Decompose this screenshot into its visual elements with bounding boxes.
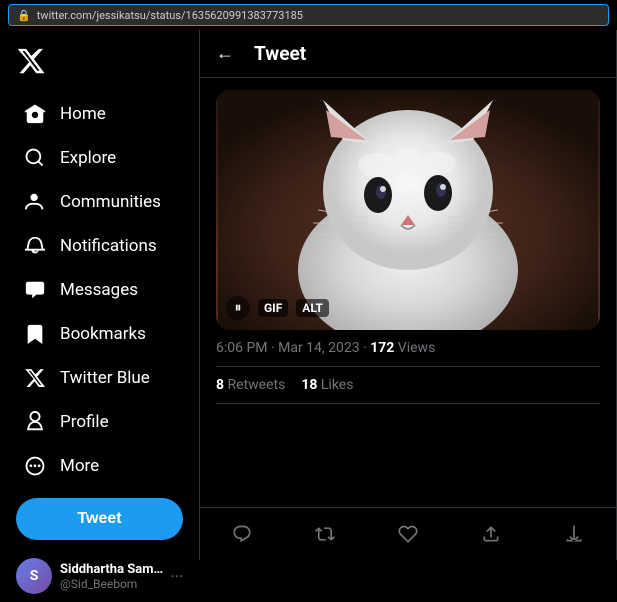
url-text: twitter.com/jessikatsu/status/1635620991… <box>37 9 303 22</box>
user-menu[interactable]: S Siddhartha Sama... @Sid_Beebom ··· <box>4 550 195 602</box>
user-info: Siddhartha Sama... @Sid_Beebom <box>60 562 170 591</box>
sidebar: Home Explore Communities Notifications M <box>0 30 200 560</box>
sidebar-item-communities-label: Communities <box>60 192 161 212</box>
sidebar-item-twitter-blue-label: Twitter Blue <box>60 368 150 388</box>
twitter-logo[interactable] <box>0 38 199 92</box>
cat-image <box>216 90 600 330</box>
sidebar-item-profile-label: Profile <box>60 412 109 432</box>
communities-icon <box>24 191 46 213</box>
download-button[interactable] <box>556 516 592 552</box>
tweet-stats: 8 Retweets 18 Likes <box>216 366 600 404</box>
user-display-name: Siddhartha Sama... <box>60 562 170 577</box>
likes-stat[interactable]: 18 Likes <box>301 377 353 393</box>
gif-badge: ⏸ GIF ALT <box>226 296 329 320</box>
tweet-views-label: Views <box>394 340 435 356</box>
likes-count: 18 <box>301 377 317 393</box>
user-more-icon: ··· <box>170 567 183 586</box>
tweet-button[interactable]: Tweet <box>16 498 183 540</box>
reply-button[interactable] <box>224 516 260 552</box>
sidebar-item-communities[interactable]: Communities <box>8 181 191 223</box>
likes-label: Likes <box>317 377 353 393</box>
tweet-actions <box>200 507 616 560</box>
explore-icon <box>24 147 46 169</box>
media-container[interactable]: ⏸ GIF ALT <box>216 90 600 330</box>
sidebar-item-more-label: More <box>60 456 99 476</box>
sidebar-item-notifications-label: Notifications <box>60 236 157 256</box>
retweet-button[interactable] <box>307 516 343 552</box>
sidebar-item-home[interactable]: Home <box>8 93 191 135</box>
sidebar-item-messages[interactable]: Messages <box>8 269 191 311</box>
sidebar-item-bookmarks[interactable]: Bookmarks <box>8 313 191 355</box>
retweets-stat[interactable]: 8 Retweets <box>216 377 285 393</box>
main-content: ← Tweet <box>200 30 617 560</box>
tweet-time: 6:06 PM · Mar 14, 2023 · <box>216 340 370 356</box>
sidebar-item-home-label: Home <box>60 104 106 124</box>
share-button[interactable] <box>473 516 509 552</box>
sidebar-item-explore-label: Explore <box>60 148 116 168</box>
lock-icon: 🔒 <box>17 9 31 22</box>
sidebar-item-more[interactable]: More <box>8 445 191 487</box>
sidebar-item-bookmarks-label: Bookmarks <box>60 324 146 344</box>
tweet-views-count: 172 <box>370 340 394 356</box>
more-icon <box>24 455 46 477</box>
twitter-blue-icon <box>24 367 46 389</box>
tweet-body: ⏸ GIF ALT 6:06 PM · Mar 14, 2023 · 172 V… <box>200 78 616 507</box>
person-icon <box>24 411 46 433</box>
sidebar-item-explore[interactable]: Explore <box>8 137 191 179</box>
avatar: S <box>16 558 52 594</box>
alt-label: ALT <box>296 299 329 317</box>
home-icon <box>24 103 46 125</box>
sidebar-item-twitter-blue[interactable]: Twitter Blue <box>8 357 191 399</box>
bookmark-icon <box>24 323 46 345</box>
messages-icon <box>24 279 46 301</box>
bell-icon <box>24 235 46 257</box>
sidebar-item-notifications[interactable]: Notifications <box>8 225 191 267</box>
sidebar-item-profile[interactable]: Profile <box>8 401 191 443</box>
gif-label: GIF <box>258 299 288 317</box>
sidebar-item-messages-label: Messages <box>60 280 138 300</box>
play-pause-button[interactable]: ⏸ <box>226 296 250 320</box>
tweet-meta: 6:06 PM · Mar 14, 2023 · 172 Views <box>216 340 600 356</box>
address-bar[interactable]: 🔒 twitter.com/jessikatsu/status/16356209… <box>8 4 609 26</box>
retweets-label: Retweets <box>224 377 285 393</box>
tweet-header: ← Tweet <box>200 30 616 78</box>
user-handle: @Sid_Beebom <box>60 577 170 591</box>
retweets-count: 8 <box>216 377 224 393</box>
back-button[interactable]: ← <box>216 43 234 64</box>
tweet-header-title: Tweet <box>254 42 306 65</box>
like-button[interactable] <box>390 516 426 552</box>
